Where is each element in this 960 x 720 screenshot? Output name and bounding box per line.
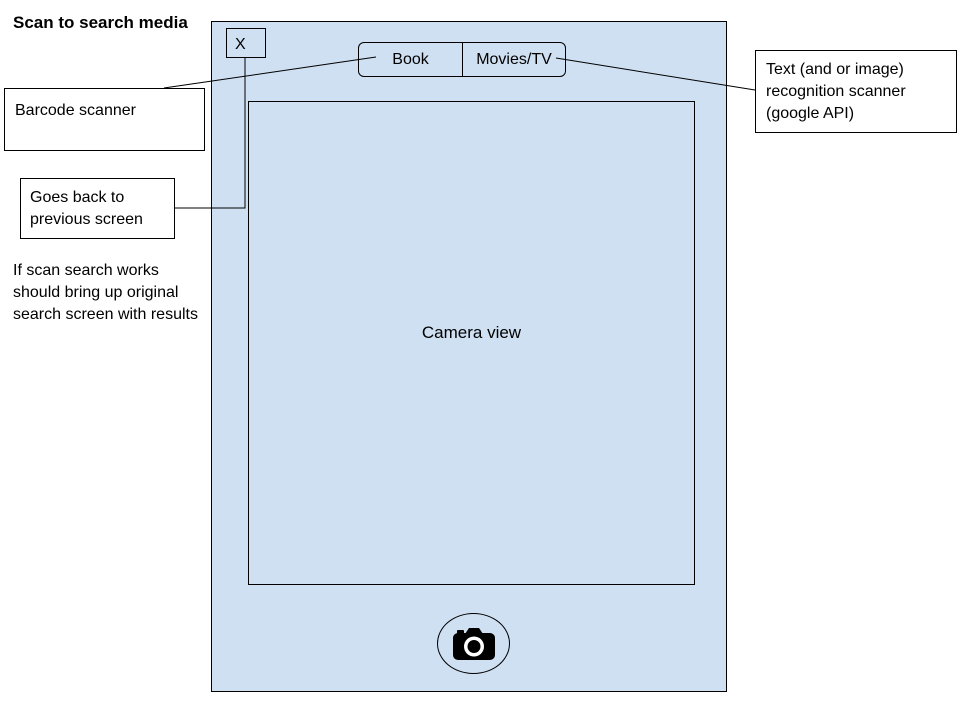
close-icon: X [235,36,246,53]
camera-icon [452,627,495,660]
diagram-title: Scan to search media [13,13,188,32]
annotation-barcode-scanner: Barcode scanner [4,88,205,151]
annotation-scan-result: If scan search works should bring up ori… [13,262,198,323]
camera-view[interactable]: Camera view [248,101,695,585]
tab-label: Movies/TV [476,50,552,68]
tab-book[interactable]: Book [359,43,463,76]
camera-view-label: Camera view [421,323,522,342]
media-type-toggle: Book Movies/TV [358,42,566,77]
tab-movies-tv[interactable]: Movies/TV [463,43,565,76]
annotation-text: Goes back to previous screen [30,189,143,228]
annotation-text: Text (and or image) recognition scanner … [766,61,906,122]
close-button[interactable]: X [226,28,266,58]
tab-label: Book [392,50,429,68]
capture-button[interactable] [437,613,510,674]
annotation-text: Barcode scanner [15,102,136,119]
annotation-back-button: Goes back to previous screen [20,178,175,239]
annotation-text-recognition: Text (and or image) recognition scanner … [755,50,957,133]
